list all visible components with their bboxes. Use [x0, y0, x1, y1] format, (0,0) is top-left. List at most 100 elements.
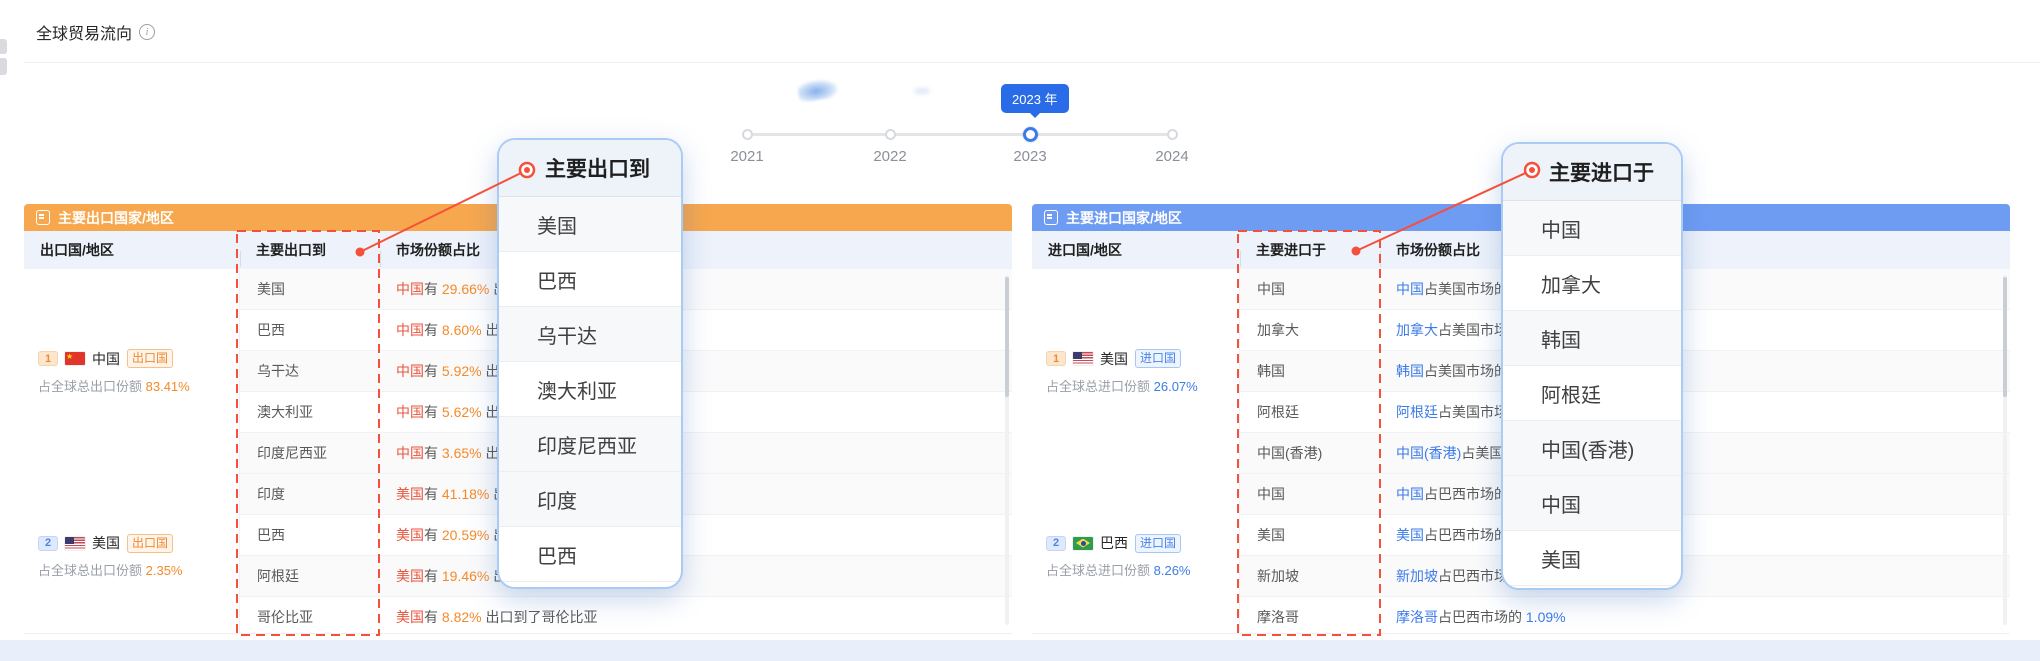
group-country-line: 2 美国出口国: [38, 533, 239, 553]
importer-cell: 1美国进口国占全球总进口份额 26.07%: [1032, 269, 1240, 474]
market-share-cell: 美国有 8.82% 出口到了哥伦比亚: [380, 607, 1012, 627]
share-text: 有: [424, 486, 442, 502]
group-share-label: 占全球总进口份额: [1046, 563, 1154, 578]
export-row: 哥伦比亚美国有 8.82% 出口到了哥伦比亚: [240, 597, 1012, 634]
rank-badge: 1: [38, 351, 58, 366]
import-popup-header: 主要进口于: [1503, 144, 1681, 201]
share-text: 有: [424, 445, 442, 461]
slider-track[interactable]: [747, 133, 1172, 136]
import-src-cell: 中国: [1240, 279, 1380, 299]
export-dest-cell: 阿根廷: [240, 566, 380, 586]
export-column-popup: 主要出口到美国巴西乌干达澳大利亚印度尼西亚印度巴西: [497, 138, 683, 589]
import-column-popup: 主要进口于中国加拿大韩国阿根廷中国(香港)中国美国: [1501, 142, 1683, 590]
rank-badge: 2: [1046, 536, 1066, 551]
group-country-name: 巴西: [1100, 533, 1128, 553]
role-badge: 进口国: [1135, 349, 1181, 368]
market-share-cell: 中国占美国市场的: [1380, 279, 2010, 299]
share-text: 有: [424, 363, 442, 379]
page-title-text: 全球贸易流向: [36, 20, 132, 44]
import-src-cell: 阿根廷: [1240, 402, 1380, 422]
share-tail: 出口到了哥伦比亚: [482, 609, 598, 625]
market-share-cell: 新加坡占巴西市场的: [1380, 566, 2010, 586]
import-column-header-0: 进口国/地区: [1032, 240, 1240, 260]
cn-flag-icon: [65, 352, 85, 365]
group-country-line: 1美国进口国: [1046, 349, 1239, 369]
share-text: 占巴西市场的: [1424, 527, 1508, 543]
group-share-value: 26.07%: [1154, 379, 1198, 394]
share-pct: 5.92%: [442, 363, 482, 379]
group-share-label: 占全球总出口份额: [38, 563, 146, 578]
group-share-line: 占全球总进口份额 26.07%: [1046, 376, 1239, 395]
share-country: 中国: [396, 445, 424, 461]
market-share-cell: 阿根廷占美国市场的: [1380, 402, 2010, 422]
market-share-cell: 中国占巴西市场的: [1380, 484, 2010, 504]
decorative-smudge: [915, 88, 929, 94]
year-label-2021[interactable]: 2021: [717, 148, 777, 165]
import-scrollbar-thumb[interactable]: [2003, 277, 2007, 397]
export-dest-cell: 哥伦比亚: [240, 607, 380, 627]
market-share-cell: 中国(香港)占美国市: [1380, 443, 2010, 463]
import-popup-item: 美国: [1503, 531, 1681, 586]
export-column-header-1: 主要出口到: [240, 240, 380, 260]
import-src-cell: 加拿大: [1240, 320, 1380, 340]
left-edge-artifact: [0, 39, 7, 54]
export-dest-cell: 乌干达: [240, 361, 380, 381]
section-divider: [24, 62, 2040, 63]
share-country: 中国: [396, 281, 424, 297]
group-share-line: 占全球总出口份额 2.35%: [38, 560, 239, 579]
group-share-value: 83.41%: [146, 379, 190, 394]
import-src-cell: 中国(香港): [1240, 443, 1380, 463]
export-popup-item: 印度尼西亚: [499, 417, 681, 472]
role-badge: 进口国: [1135, 534, 1181, 553]
us-flag-icon: [1073, 352, 1093, 365]
share-country: 加拿大: [1396, 322, 1438, 338]
share-text: 有: [424, 281, 442, 297]
group-share-value: 8.26%: [1154, 563, 1191, 578]
group-country-line: 2 巴西进口国: [1046, 533, 1239, 553]
share-text: 占巴西市场的: [1438, 609, 1522, 625]
slider-dot-2022[interactable]: [885, 129, 896, 140]
share-pct: 3.65%: [442, 445, 482, 461]
exporter-cell: 2 美国出口国占全球总出口份额 2.35%: [24, 474, 240, 634]
export-popup-item: 澳大利亚: [499, 362, 681, 417]
slider-handle[interactable]: [1023, 127, 1038, 142]
info-icon[interactable]: i: [139, 24, 155, 40]
import-popup-item: 中国(香港): [1503, 421, 1681, 476]
share-text: 有: [424, 568, 442, 584]
share-text: 有: [424, 322, 442, 338]
year-label-2024[interactable]: 2024: [1142, 148, 1202, 165]
export-scrollbar-thumb[interactable]: [1005, 277, 1009, 397]
export-column-header-0: 出口国/地区: [24, 240, 240, 260]
slider-dot-2021[interactable]: [742, 129, 753, 140]
group-share-line: 占全球总出口份额 83.41%: [38, 376, 239, 395]
year-label-2022[interactable]: 2022: [860, 148, 920, 165]
import-popup-item: 中国: [1503, 201, 1681, 256]
share-text: 占巴西市场的: [1424, 486, 1508, 502]
slider-tooltip: 2023 年: [1001, 84, 1069, 113]
share-country: 中国: [396, 363, 424, 379]
import-column-header-2: 市场份额占比: [1380, 240, 2010, 260]
export-dest-cell: 印度尼西亚: [240, 443, 380, 463]
share-pct: 8.60%: [442, 322, 482, 338]
export-dest-cell: 美国: [240, 279, 380, 299]
share-country: 美国: [396, 568, 424, 584]
role-badge: 出口国: [127, 534, 173, 553]
share-country: 美国: [396, 609, 424, 625]
group-country-name: 美国: [92, 533, 120, 553]
table-list-icon: [36, 210, 50, 225]
export-popup-item: 乌干达: [499, 307, 681, 362]
export-popup-item: 巴西: [499, 527, 681, 582]
import-table-title: 主要进口国家/地区: [1066, 208, 1182, 228]
br-flag-icon: [1073, 537, 1093, 550]
exporter-cell: 1中国出口国占全球总出口份额 83.41%: [24, 269, 240, 474]
market-share-cell: 中国有 8.60% 出口到了巴西: [380, 320, 1012, 340]
slider-dot-2024[interactable]: [1167, 129, 1178, 140]
import-row: 摩洛哥摩洛哥占巴西市场的 1.09%: [1240, 597, 2010, 634]
year-label-2023[interactable]: 2023: [1000, 148, 1060, 165]
rank-badge: 2: [38, 536, 58, 551]
market-share-cell: 韩国占美国市场的: [1380, 361, 2010, 381]
share-text: 有: [424, 404, 442, 420]
share-country: 摩洛哥: [1396, 609, 1438, 625]
share-country: 韩国: [1396, 363, 1424, 379]
share-country: 新加坡: [1396, 568, 1438, 584]
